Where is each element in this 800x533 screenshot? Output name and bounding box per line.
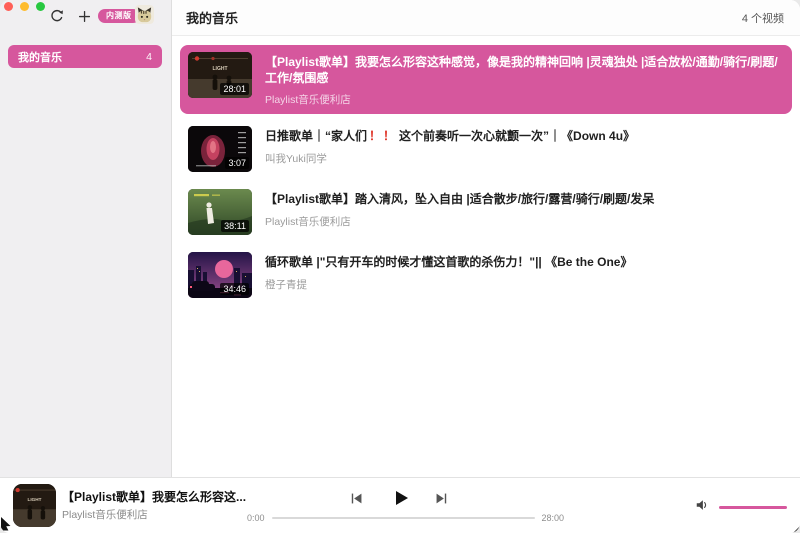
progress-section: 0:00 28:00 [247, 513, 564, 523]
video-meta: 【Playlist歌单】踏入清风，坠入自由 |适合散步/旅行/露营/骑行/刷题/… [265, 189, 654, 228]
now-playing-title: 【Playlist歌单】我要怎么形容这... [62, 490, 247, 504]
speaker-icon[interactable] [695, 498, 709, 517]
video-thumbnail-red-figure: 3:07 [188, 126, 252, 173]
video-title: 循环歌单 |"只有开车的时候才懂这首歌的杀伤力！"|| 《Be the One》 [265, 255, 633, 270]
refresh-icon [50, 9, 64, 26]
video-count-label: 4 个视频 [741, 12, 784, 25]
player-bar: LIGHT 【Playlist歌单】我要怎么形容这... Playlist音乐便… [0, 477, 800, 533]
video-thumbnail-green-field: 38:11 [188, 189, 252, 236]
plus-icon [78, 11, 91, 26]
video-author: Playlist音乐便利店 [265, 94, 351, 107]
content-panel: 我的音乐 4 个视频 LIGHT 28:01 【Playlist歌单】我要怎么形… [172, 0, 800, 477]
video-row-1[interactable]: LIGHT 28:01 【Playlist歌单】我要怎么形容这种感觉，像是我的精… [180, 45, 792, 115]
elapsed-time: 0:00 [247, 513, 265, 523]
main-area: 内测版 我的音乐 4 我的音乐 4 个视频 LIGHT 28:01 【Playl… [0, 0, 800, 477]
play-button[interactable] [391, 488, 411, 508]
resize-corner-mark [793, 526, 800, 533]
red-exclamation-marks: ！！ [369, 129, 398, 144]
video-author: 橙子青提 [265, 278, 307, 291]
video-meta: 循环歌单 |"只有开车的时候才懂这首歌的杀伤力！"|| 《Be the One》… [265, 252, 632, 291]
next-track-button[interactable] [434, 491, 449, 506]
video-row-4[interactable]: 34:46 循环歌单 |"只有开车的时候才懂这首歌的杀伤力！"|| 《Be th… [180, 247, 792, 303]
minimize-window-button[interactable] [20, 2, 29, 11]
video-title: 日推歌单｜“家人们！！ 这个前奏听一次心就颤一次”｜《Down 4u》 [265, 129, 636, 144]
sidebar-item-my-music[interactable]: 我的音乐 4 [8, 45, 162, 68]
sidebar-item-label: 我的音乐 [18, 51, 62, 64]
sidebar-item-count: 4 [146, 50, 152, 63]
duration-badge: 3:07 [225, 157, 249, 170]
video-author: Playlist音乐便利店 [265, 215, 351, 228]
now-playing-thumbnail: LIGHT [13, 484, 56, 527]
add-button[interactable] [78, 10, 91, 23]
video-author: 叫我Yuki同学 [265, 152, 327, 165]
video-list: LIGHT 28:01 【Playlist歌单】我要怎么形容这种感觉，像是我的精… [172, 36, 800, 310]
window-controls [4, 2, 45, 11]
video-row-2[interactable]: 3:07 日推歌单｜“家人们！！ 这个前奏听一次心就颤一次”｜《Down 4u》 … [180, 121, 792, 177]
duration-badge: 28:01 [220, 83, 249, 95]
video-thumbnail-night-couple: LIGHT 28:01 [188, 52, 252, 98]
video-title: 【Playlist歌单】踏入清风，坠入自由 |适合散步/旅行/露营/骑行/刷题/… [265, 192, 655, 207]
svg-text:LIGHT: LIGHT [213, 66, 228, 72]
app-window: 内测版 我的音乐 4 我的音乐 4 个视频 LIGHT 28:01 【Playl… [0, 0, 800, 533]
user-avatar[interactable] [135, 5, 154, 24]
video-meta: 【Playlist歌单】我要怎么形容这种感觉，像是我的精神回响 |灵魂独处 |适… [265, 52, 784, 107]
content-header: 我的音乐 4 个视频 [172, 0, 800, 36]
volume-section [695, 498, 787, 517]
video-title: 【Playlist歌单】我要怎么形容这种感觉，像是我的精神回响 |灵魂独处 |适… [265, 55, 778, 86]
play-icon [391, 491, 411, 511]
svg-text:LIGHT: LIGHT [28, 497, 42, 502]
now-playing-author: Playlist音乐便利店 [62, 509, 148, 521]
video-meta: 日推歌单｜“家人们！！ 这个前奏听一次心就颤一次”｜《Down 4u》 叫我Yuk… [265, 126, 635, 165]
next-icon [434, 493, 449, 509]
video-row-3[interactable]: 38:11 【Playlist歌单】踏入清风，坠入自由 |适合散步/旅行/露营/… [180, 184, 792, 240]
mouse-cursor-icon [0, 515, 13, 533]
total-time: 28:00 [541, 513, 565, 523]
refresh-button[interactable] [50, 9, 64, 23]
cat-avatar-icon [135, 5, 154, 24]
sidebar: 内测版 我的音乐 4 [0, 0, 172, 477]
video-thumbnail-synthwave-car: 34:46 [188, 252, 252, 299]
volume-slider[interactable] [719, 506, 787, 509]
close-window-button[interactable] [4, 2, 13, 11]
page-title: 我的音乐 [186, 11, 239, 26]
duration-badge: 38:11 [221, 220, 249, 233]
previous-track-button[interactable] [349, 491, 364, 506]
duration-badge: 34:46 [220, 283, 249, 296]
previous-icon [349, 493, 364, 509]
zoom-window-button[interactable] [36, 2, 45, 11]
seek-bar[interactable] [271, 517, 535, 519]
beta-badge: 内测版 [98, 9, 140, 23]
